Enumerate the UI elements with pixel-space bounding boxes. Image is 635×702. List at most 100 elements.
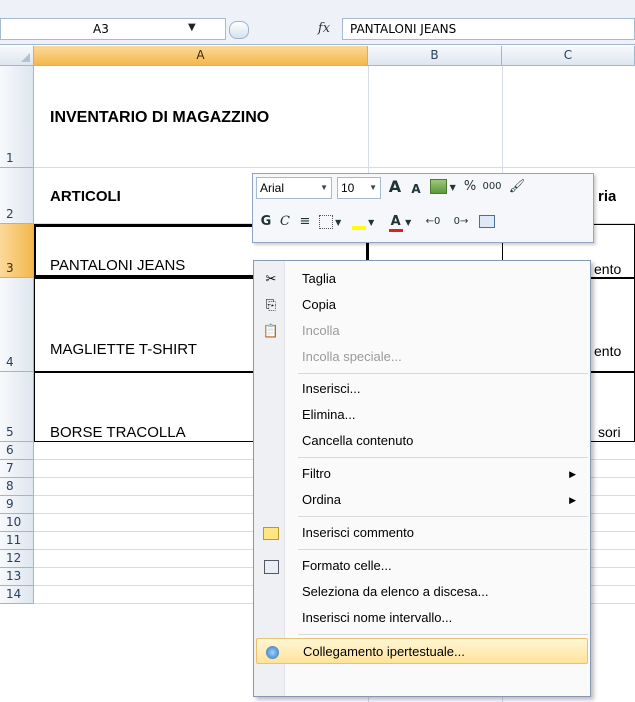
- chevron-down-icon: ▼: [447, 183, 456, 192]
- grow-font-button[interactable]: A: [386, 177, 404, 197]
- menu-item-label: Incolla speciale...: [302, 349, 402, 364]
- menu-item-inserisci[interactable]: Inserisci...: [256, 376, 588, 402]
- menu-item-label: Inserisci commento: [302, 525, 414, 540]
- chevron-down-icon: ▼: [365, 218, 375, 227]
- header-column-c[interactable]: ria: [598, 188, 616, 205]
- row-header-11[interactable]: 11: [0, 532, 34, 550]
- menu-item-collegamento-ipertestuale[interactable]: Collegamento ipertestuale...: [256, 638, 588, 664]
- row-header-9[interactable]: 9: [0, 496, 34, 514]
- gridline: [34, 167, 635, 168]
- font-color-button[interactable]: A ▼: [383, 212, 417, 233]
- row-header-5[interactable]: 5: [0, 372, 34, 442]
- row-header-2[interactable]: 2: [0, 168, 34, 224]
- shrink-font-button[interactable]: A: [408, 179, 424, 199]
- row-number: 12: [6, 551, 22, 565]
- row-header-4[interactable]: 4: [0, 278, 34, 372]
- row-header-3[interactable]: 3: [0, 224, 34, 278]
- accounting-format-button[interactable]: ▼: [429, 177, 457, 198]
- menu-item-ordina[interactable]: Ordina ▶: [256, 487, 588, 513]
- thousands-separator-button[interactable]: 000: [481, 177, 503, 197]
- formula-input-value: PANTALONI JEANS: [350, 22, 457, 36]
- menu-item-incolla[interactable]: 📋 Incolla: [256, 318, 588, 344]
- row-number: 8: [6, 479, 14, 493]
- font-size-select[interactable]: 10 ▼: [337, 177, 381, 199]
- format-painter-icon[interactable]: 🖌: [507, 177, 527, 197]
- menu-item-label: Copia: [302, 297, 336, 312]
- menu-item-label: Elimina...: [302, 407, 356, 422]
- bold-button[interactable]: G: [258, 212, 274, 232]
- menu-item-inserisci-commento[interactable]: Inserisci commento: [256, 520, 588, 546]
- insert-function-button[interactable]: fx: [307, 18, 341, 40]
- menu-item-label: Cancella contenuto: [302, 433, 414, 448]
- merge-cells-icon: [479, 215, 495, 228]
- menu-item-copia[interactable]: ⎘ Copia: [256, 292, 588, 318]
- menu-item-seleziona-da-elenco[interactable]: Seleziona da elenco a discesa...: [256, 579, 588, 605]
- font-name-select[interactable]: Arial ▼: [256, 177, 332, 199]
- menu-item-incolla-speciale[interactable]: Incolla speciale...: [256, 344, 588, 370]
- currency-icon: [430, 179, 448, 194]
- fill-color-button[interactable]: ▼: [347, 212, 379, 233]
- borders-icon: [318, 214, 333, 229]
- cell-a4[interactable]: MAGLIETTE T-SHIRT: [50, 341, 197, 358]
- row-header-7[interactable]: 7: [0, 460, 34, 478]
- cell-c4[interactable]: ento: [594, 343, 635, 359]
- menu-separator: [298, 516, 588, 517]
- menu-item-cancella-contenuto[interactable]: Cancella contenuto: [256, 428, 588, 454]
- name-box-resizer[interactable]: [225, 18, 255, 40]
- resize-knob-icon[interactable]: [229, 21, 249, 39]
- align-center-icon[interactable]: ≡: [296, 212, 314, 232]
- chevron-down-icon[interactable]: ▼: [320, 178, 328, 198]
- select-all-corner[interactable]: [0, 46, 34, 66]
- scissors-icon: ✂: [265, 271, 277, 286]
- row-header-14[interactable]: 14: [0, 586, 34, 604]
- menu-separator: [298, 634, 588, 635]
- cell-a3[interactable]: PANTALONI JEANS: [50, 257, 185, 274]
- row-number: 11: [6, 533, 22, 547]
- header-articoli[interactable]: ARTICOLI: [50, 188, 121, 205]
- mini-toolbar: Arial ▼ 10 ▼ A A ▼ % 000 🖌 G C ≡ ▼ ▼ A ▼…: [252, 173, 594, 243]
- menu-item-taglia[interactable]: ✂ Taglia: [256, 266, 588, 292]
- menu-item-label: Filtro: [302, 466, 331, 481]
- menu-item-filtro[interactable]: Filtro ▶: [256, 461, 588, 487]
- menu-item-label: Inserisci...: [302, 381, 361, 396]
- formula-bar: A3 ▼ fx PANTALONI JEANS: [0, 0, 635, 45]
- name-box[interactable]: A3 ▼: [0, 18, 226, 40]
- sheet-title[interactable]: INVENTARIO DI MAGAZZINO: [50, 109, 269, 127]
- row-header-12[interactable]: 12: [0, 550, 34, 568]
- percent-button[interactable]: %: [463, 177, 477, 197]
- italic-button[interactable]: C: [277, 212, 293, 232]
- cell-c5[interactable]: sori: [598, 424, 635, 440]
- row-number: 9: [6, 497, 14, 511]
- menu-item-label: Seleziona da elenco a discesa...: [302, 584, 489, 599]
- font-size-value: 10: [341, 181, 355, 195]
- row-number: 1: [6, 151, 14, 165]
- borders-button[interactable]: ▼: [317, 212, 343, 233]
- row-header-13[interactable]: 13: [0, 568, 34, 586]
- font-color-icon: A: [388, 215, 403, 232]
- chevron-down-icon[interactable]: ▼: [369, 178, 377, 198]
- column-header-c[interactable]: C: [502, 46, 635, 66]
- row-number: 10: [6, 515, 22, 529]
- row-header-10[interactable]: 10: [0, 514, 34, 532]
- menu-item-label: Inserisci nome intervallo...: [302, 610, 453, 625]
- menu-item-inserisci-nome-intervallo[interactable]: Inserisci nome intervallo...: [256, 605, 588, 631]
- increase-decimal-icon[interactable]: ←0: [421, 212, 445, 232]
- column-header-b[interactable]: B: [368, 46, 502, 66]
- menu-item-label: Formato celle...: [302, 558, 392, 573]
- menu-item-formato-celle[interactable]: Formato celle...: [256, 553, 588, 579]
- row-number: 13: [6, 569, 22, 583]
- menu-item-elimina[interactable]: Elimina...: [256, 402, 588, 428]
- cell-c3[interactable]: ento: [594, 261, 635, 277]
- row-header-8[interactable]: 8: [0, 478, 34, 496]
- column-header-a[interactable]: A: [34, 46, 368, 66]
- menu-separator: [298, 373, 588, 374]
- decrease-decimal-icon[interactable]: 0→: [449, 212, 473, 232]
- row-header-1[interactable]: 1: [0, 66, 34, 168]
- cell-a5[interactable]: BORSE TRACOLLA: [50, 424, 186, 441]
- chevron-down-icon: ▼: [332, 218, 342, 227]
- chevron-down-icon[interactable]: ▼: [188, 22, 196, 33]
- row-number: 7: [6, 461, 14, 475]
- formula-input[interactable]: PANTALONI JEANS: [342, 18, 635, 40]
- row-header-6[interactable]: 6: [0, 442, 34, 460]
- merge-center-icon[interactable]: [477, 212, 497, 232]
